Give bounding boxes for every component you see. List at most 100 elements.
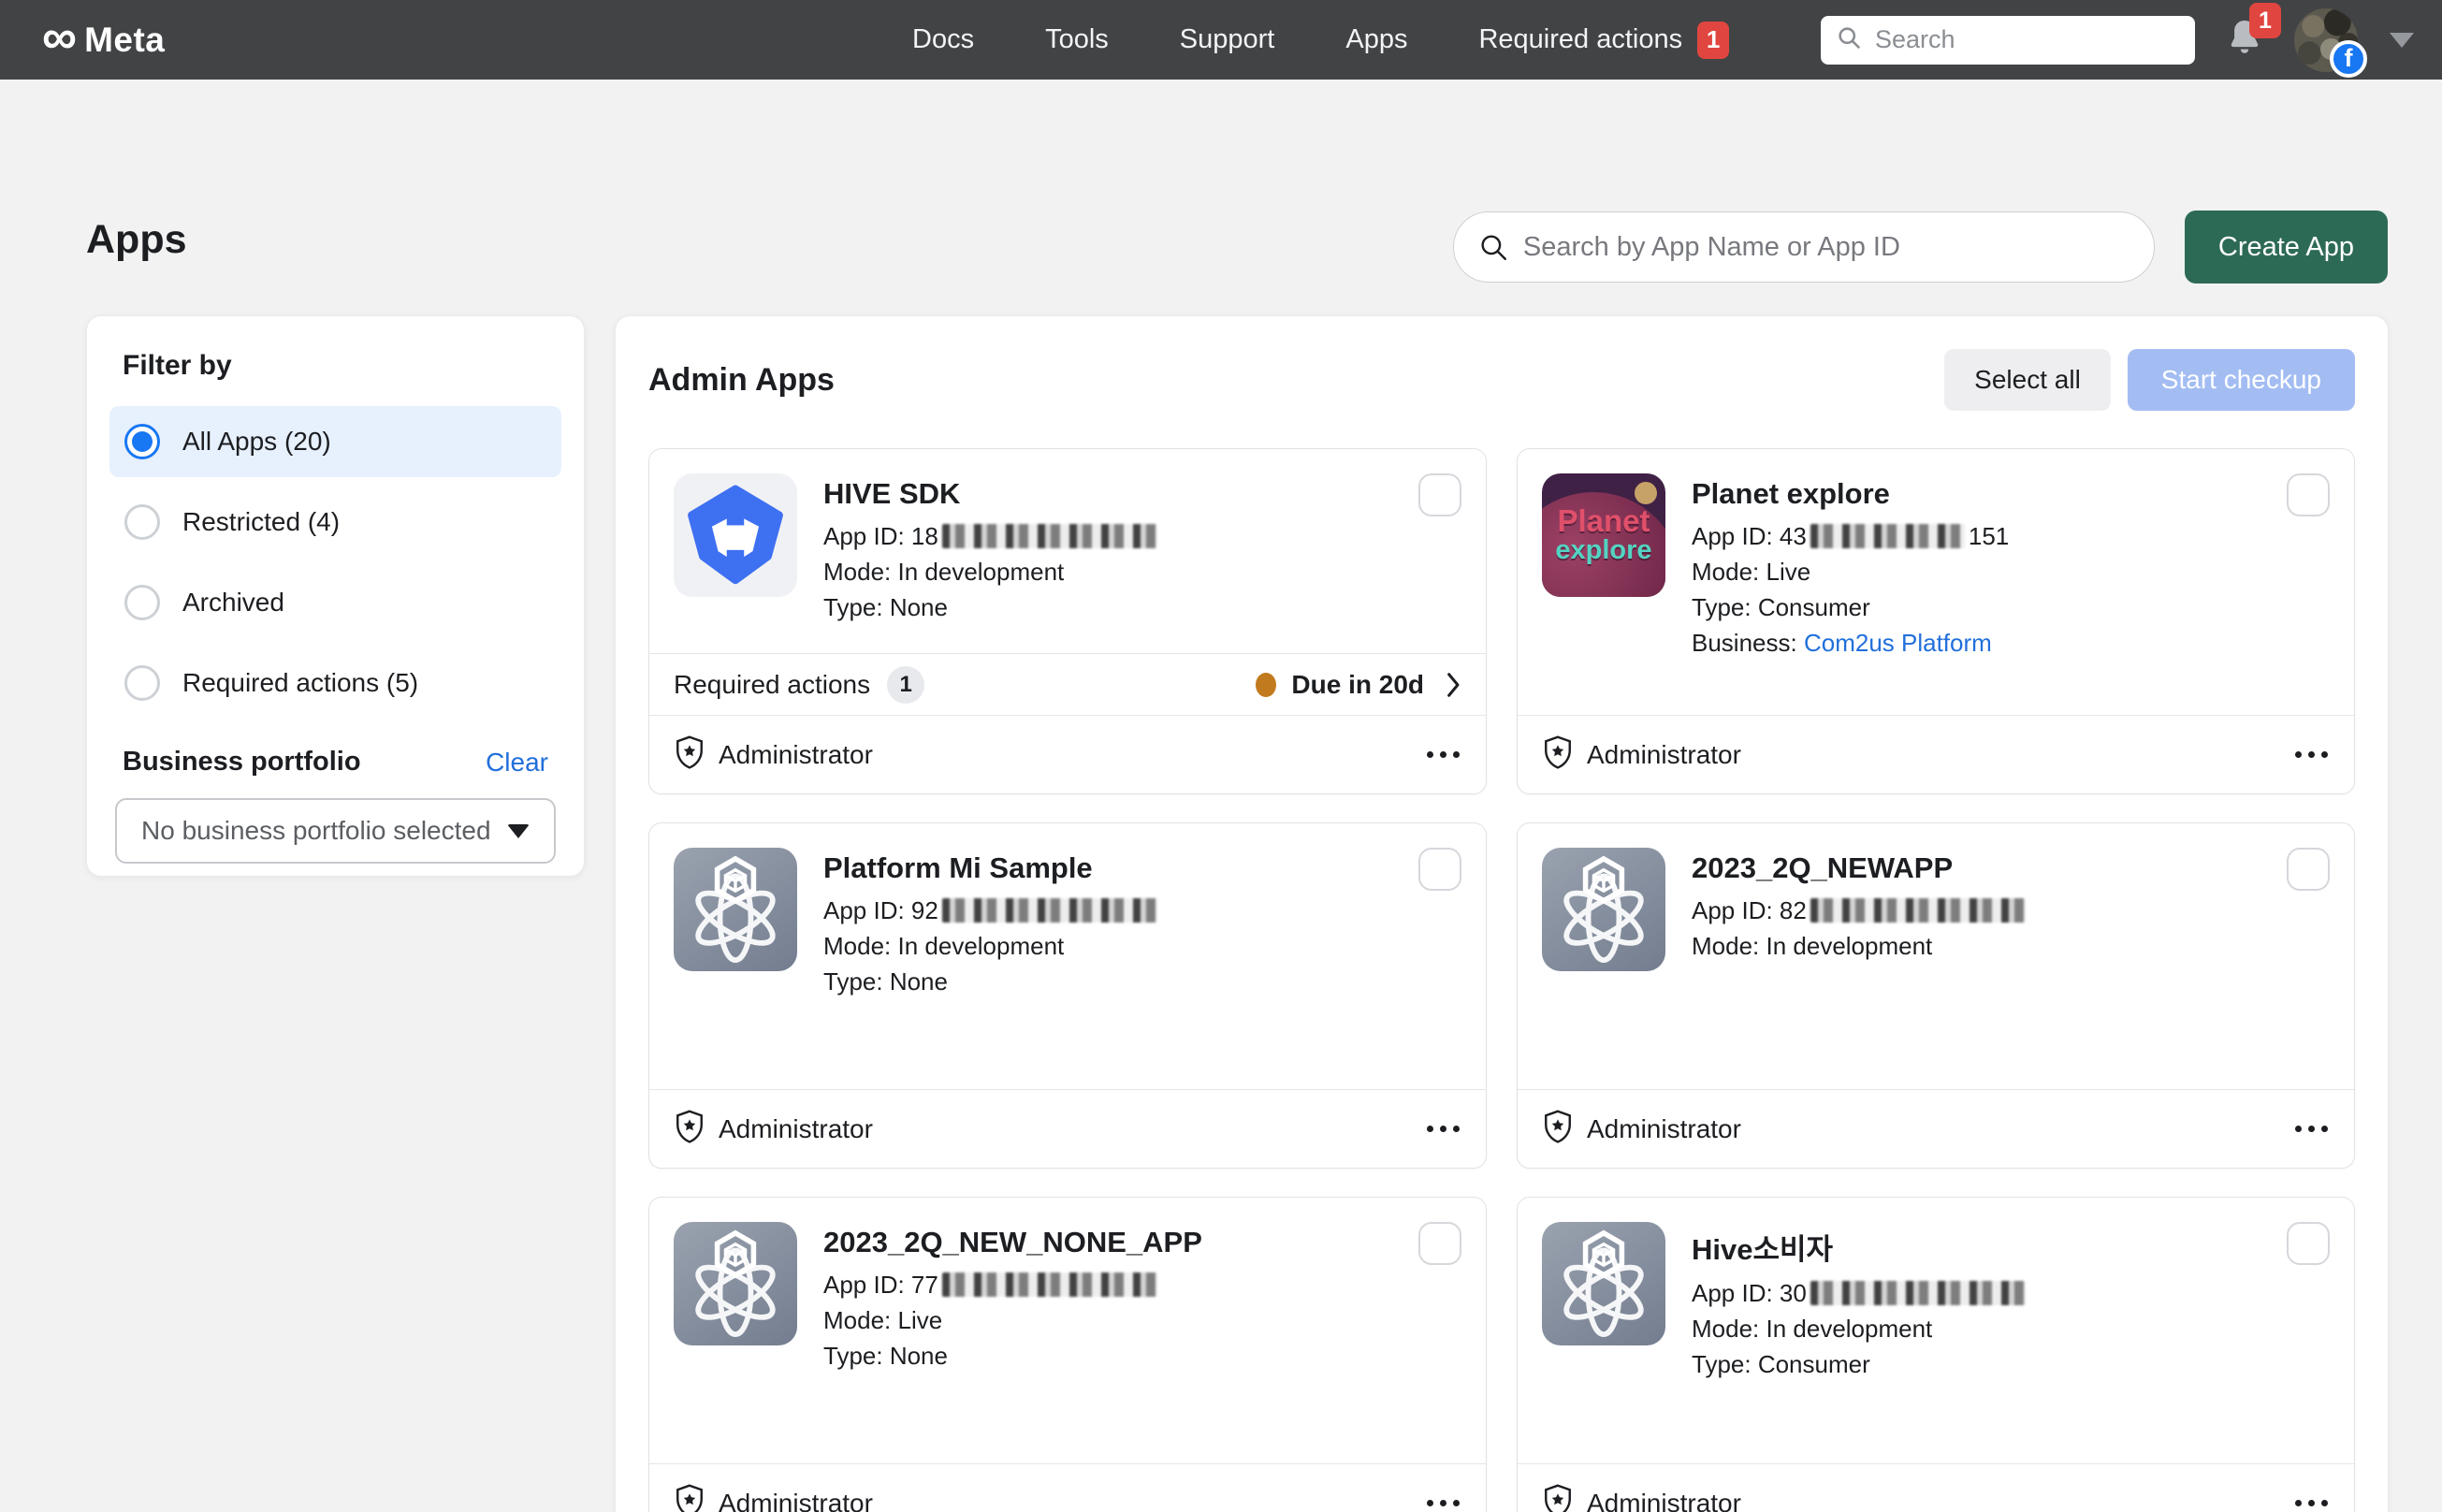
portfolio-selected-value: No business portfolio selected <box>141 816 491 846</box>
radio-icon <box>124 665 160 701</box>
app-select-checkbox[interactable] <box>1418 473 1461 516</box>
shield-star-icon <box>674 1483 705 1512</box>
admin-role: Administrator <box>674 1483 873 1512</box>
shield-star-icon <box>1542 734 1574 775</box>
app-id-line: App ID: 18 <box>823 522 1157 551</box>
app-select-checkbox[interactable] <box>1418 848 1461 891</box>
default-app-icon <box>674 848 797 971</box>
shield-star-icon <box>674 1109 705 1144</box>
filter-panel: Filter by All Apps (20)Restricted (4)Arc… <box>86 315 585 877</box>
filter-option-1[interactable]: Restricted (4) <box>109 487 561 558</box>
app-card-top: PlanetexplorePlanet exploreApp ID: 43151… <box>1518 449 2354 715</box>
app-id-redacted <box>1810 898 2026 923</box>
app-search <box>1453 211 2155 283</box>
role-label: Administrator <box>719 1114 873 1144</box>
create-app-button[interactable]: Create App <box>2185 211 2388 284</box>
chevron-right-icon <box>1445 671 1461 699</box>
notifications-badge: 1 <box>2249 3 2281 38</box>
role-label: Administrator <box>1587 740 1741 770</box>
app-select-checkbox[interactable] <box>2287 1222 2330 1265</box>
meta-logo[interactable]: ∞ Meta <box>42 16 165 65</box>
app-card: 2023_2Q_NEWAPPApp ID: 82Mode: In develop… <box>1517 822 2355 1169</box>
profile-menu[interactable]: f <box>2294 8 2358 72</box>
app-card-top: 2023_2Q_NEWAPPApp ID: 82Mode: In develop… <box>1518 823 2354 1089</box>
filter-option-2[interactable]: Archived <box>109 567 561 638</box>
role-label: Administrator <box>719 1489 873 1512</box>
app-business: Business: Com2us Platform <box>1692 629 2009 658</box>
app-select-checkbox[interactable] <box>1418 1222 1461 1265</box>
app-id-suffix: 151 <box>1969 522 2009 550</box>
app-type: Type: None <box>823 967 1157 996</box>
app-mode: Mode: In development <box>823 932 1157 961</box>
app-info: Planet exploreApp ID: 43151Mode: LiveTyp… <box>1692 473 2009 664</box>
nav-link-tools[interactable]: Tools <box>1045 24 1109 55</box>
more-options-button[interactable] <box>2293 1116 2330 1141</box>
required-actions-label: Required actions <box>1478 24 1682 55</box>
filter-option-0[interactable]: All Apps (20) <box>109 406 561 477</box>
admin-role: Administrator <box>674 734 873 775</box>
more-options-button[interactable] <box>2293 1490 2330 1512</box>
filter-option-label: All Apps (20) <box>182 427 331 457</box>
app-id-redacted <box>1810 1281 2026 1305</box>
more-options-button[interactable] <box>2293 742 2330 767</box>
more-options-button[interactable] <box>1425 1490 1461 1512</box>
business-link[interactable]: Com2us Platform <box>1804 629 1992 657</box>
filter-option-label: Required actions (5) <box>182 668 418 698</box>
nav-link-docs[interactable]: Docs <box>912 24 974 55</box>
atom-icon <box>1542 848 1665 971</box>
search-icon <box>1477 231 1509 268</box>
app-mode: Mode: Live <box>823 1306 1202 1335</box>
app-id-redacted <box>1810 524 1965 548</box>
admin-role: Administrator <box>1542 1483 1741 1512</box>
shield-star-icon <box>1542 734 1574 770</box>
app-info: 2023_2Q_NEWAPPApp ID: 82Mode: In develop… <box>1692 848 2026 967</box>
more-options-button[interactable] <box>1425 742 1461 767</box>
app-card: 2023_2Q_NEW_NONE_APPApp ID: 77Mode: Live… <box>648 1197 1487 1512</box>
due-status-dot <box>1256 673 1276 697</box>
navbar-right: 1 f <box>1821 8 2414 72</box>
business-portfolio-select[interactable]: No business portfolio selected <box>115 798 556 864</box>
meta-infinity-icon: ∞ <box>42 13 77 62</box>
app-type: Type: Consumer <box>1692 593 2009 622</box>
profile-caret-icon[interactable] <box>2390 33 2414 48</box>
shield-star-icon <box>1542 1109 1574 1144</box>
nav-link-apps[interactable]: Apps <box>1345 24 1407 55</box>
role-label: Administrator <box>1587 1114 1741 1144</box>
app-card: Hive소비자App ID: 30Mode: In developmentTyp… <box>1517 1197 2355 1512</box>
start-checkup-button[interactable]: Start checkup <box>2128 349 2355 411</box>
app-info: HIVE SDKApp ID: 18Mode: In developmentTy… <box>823 473 1157 629</box>
planet-icon-text: Planetexplore <box>1542 473 1665 597</box>
filter-option-label: Archived <box>182 588 284 618</box>
required-actions-row[interactable]: Required actions1Due in 20d <box>649 653 1486 715</box>
app-search-input[interactable] <box>1453 211 2155 283</box>
shield-star-icon <box>674 1483 705 1512</box>
clear-link[interactable]: Clear <box>486 748 548 778</box>
admin-role: Administrator <box>1542 734 1741 775</box>
app-select-checkbox[interactable] <box>2287 473 2330 516</box>
app-card-top: HIVE SDKApp ID: 18Mode: In developmentTy… <box>649 449 1486 653</box>
app-card-top: 2023_2Q_NEW_NONE_APPApp ID: 77Mode: Live… <box>649 1198 1486 1463</box>
hive-shield-icon <box>674 473 797 597</box>
notifications-button[interactable]: 1 <box>2223 16 2266 64</box>
app-type: Type: Consumer <box>1692 1350 2026 1379</box>
navbar-search[interactable] <box>1821 16 2195 65</box>
nav-link-required-actions[interactable]: Required actions 1 <box>1478 22 1729 59</box>
app-card-top: Hive소비자App ID: 30Mode: In developmentTyp… <box>1518 1198 2354 1463</box>
app-select-checkbox[interactable] <box>2287 848 2330 891</box>
app-mode: Mode: Live <box>1692 558 2009 587</box>
app-id-redacted <box>942 898 1157 923</box>
radio-icon <box>124 504 160 540</box>
select-all-button[interactable]: Select all <box>1944 349 2111 411</box>
nav-link-support[interactable]: Support <box>1180 24 1275 55</box>
shield-star-icon <box>1542 1483 1574 1512</box>
required-actions-left: Required actions1 <box>674 666 924 704</box>
radio-icon <box>124 585 160 620</box>
app-id-text: App ID: 92 <box>823 896 938 924</box>
app-id-line: App ID: 82 <box>1692 896 2026 925</box>
shield-star-icon <box>674 1109 705 1149</box>
navbar-search-input[interactable] <box>1875 25 2180 54</box>
default-app-icon <box>1542 1222 1665 1345</box>
app-info: Hive소비자App ID: 30Mode: In developmentTyp… <box>1692 1222 2026 1386</box>
more-options-button[interactable] <box>1425 1116 1461 1141</box>
filter-option-3[interactable]: Required actions (5) <box>109 647 561 719</box>
